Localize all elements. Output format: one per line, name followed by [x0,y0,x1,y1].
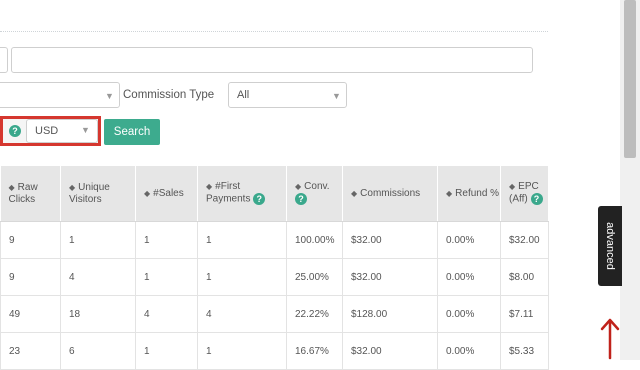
table-row: 23 6 1 1 16.67% $32.00 0.00% $5.33 [0,332,549,370]
column-header[interactable]: ◆ Refund % [437,166,501,222]
table-cell: $32.00 [500,221,549,259]
table-cell: 1 [197,221,287,259]
table-cell: 25.00% [286,258,343,296]
commission-type-select[interactable]: All ▼ [228,82,347,108]
scrollbar-thumb[interactable] [624,0,636,158]
table-cell: 4 [60,258,136,296]
chevron-down-icon: ▼ [332,91,341,101]
currency-select[interactable]: USD ▼ [26,119,98,143]
table-row: 9 4 1 1 25.00% $32.00 0.00% $8.00 [0,258,549,296]
table-cell: 100.00% [286,221,343,259]
table-cell: $32.00 [342,221,438,259]
column-header[interactable]: ◆ Conv. ? [286,166,343,222]
sort-icon[interactable]: ◆ [509,182,515,191]
table-cell: 1 [60,221,136,259]
table-cell: 6 [60,332,136,370]
table-cell: $7.11 [500,295,549,333]
sort-icon[interactable]: ◆ [351,189,357,198]
table-cell: 23 [0,332,61,370]
table-cell: 49 [0,295,61,333]
table-cell: 0.00% [437,332,501,370]
help-icon[interactable]: ? [9,125,21,137]
table-row: 49 18 4 4 22.22% $128.00 0.00% $7.11 [0,295,549,333]
help-icon[interactable]: ? [530,193,543,206]
table-cell: $128.00 [342,295,438,333]
table-cell: 1 [135,332,198,370]
currency-group: ? USD ▼ [0,116,101,146]
sort-icon[interactable]: ◆ [144,189,150,198]
advanced-tab[interactable]: advanced [598,206,622,286]
table-cell: 16.67% [286,332,343,370]
column-header-label: #Sales [153,187,184,199]
advanced-tab-label: advanced [604,222,616,270]
help-icon[interactable]: ? [253,193,266,206]
table-cell: $32.00 [342,258,438,296]
sort-icon[interactable]: ◆ [69,183,75,192]
search-button[interactable]: Search [104,119,160,145]
column-header-label: #First Payments [206,181,251,205]
table-cell: 18 [60,295,136,333]
table-cell: $8.00 [500,258,549,296]
sort-icon[interactable]: ◆ [295,182,301,191]
table-header-row: ◆ Raw Clicks ◆ Unique Visitors ◆ #Sales ◆ #Firs… [0,166,549,222]
chevron-down-icon: ▼ [81,125,90,135]
column-header[interactable]: ◆ #First Payments ? [197,166,287,222]
filter-select[interactable]: ▼ [0,82,120,108]
table-cell: 1 [197,258,287,296]
column-header[interactable]: ◆ Raw Clicks [0,166,61,222]
table-row: 9 1 1 1 100.00% $32.00 0.00% $32.00 [0,221,549,259]
table-cell: 9 [0,258,61,296]
column-header-label: Commissions [360,187,421,199]
table-cell: 0.00% [437,295,501,333]
table-cell: $5.33 [500,332,549,370]
column-header[interactable]: ◆ Unique Visitors [60,166,136,222]
help-icon[interactable]: ? [295,193,307,206]
table-cell: 22.22% [286,295,343,333]
sort-icon[interactable]: ◆ [446,189,452,198]
chevron-down-icon: ▼ [105,91,114,101]
sort-icon[interactable]: ◆ [9,183,15,192]
commission-type-value: All [237,89,250,101]
table-body: 9 1 1 1 100.00% $32.00 0.00% $32.00 9 4 1 1 25.00% $3… [0,221,549,370]
table-cell: 1 [135,221,198,259]
column-header[interactable]: ◆ EPC (Aff) ? [500,166,549,222]
red-arrow-icon [600,318,620,360]
section-divider [0,31,548,32]
table-cell: 0.00% [437,258,501,296]
column-header-label: Refund % [455,187,500,199]
sort-icon[interactable]: ◆ [206,182,212,191]
table-cell: 9 [0,221,61,259]
table-cell: 1 [197,332,287,370]
table-cell: 4 [197,295,287,333]
table-cell: 4 [135,295,198,333]
text-input-wide[interactable] [11,47,533,73]
table-cell: 0.00% [437,221,501,259]
report-table: ◆ Raw Clicks ◆ Unique Visitors ◆ #Sales ◆ #Firs… [0,166,549,370]
column-header[interactable]: ◆ #Sales [135,166,198,222]
table-cell: 1 [135,258,198,296]
commission-type-label: Commission Type [123,89,215,101]
column-header-label: Conv. [304,181,330,193]
column-header[interactable]: ◆ Commissions [342,166,438,222]
table-cell: $32.00 [342,332,438,370]
text-input-left[interactable] [0,47,8,73]
column-header-label: Unique Visitors [69,181,110,205]
currency-value: USD [35,125,59,137]
